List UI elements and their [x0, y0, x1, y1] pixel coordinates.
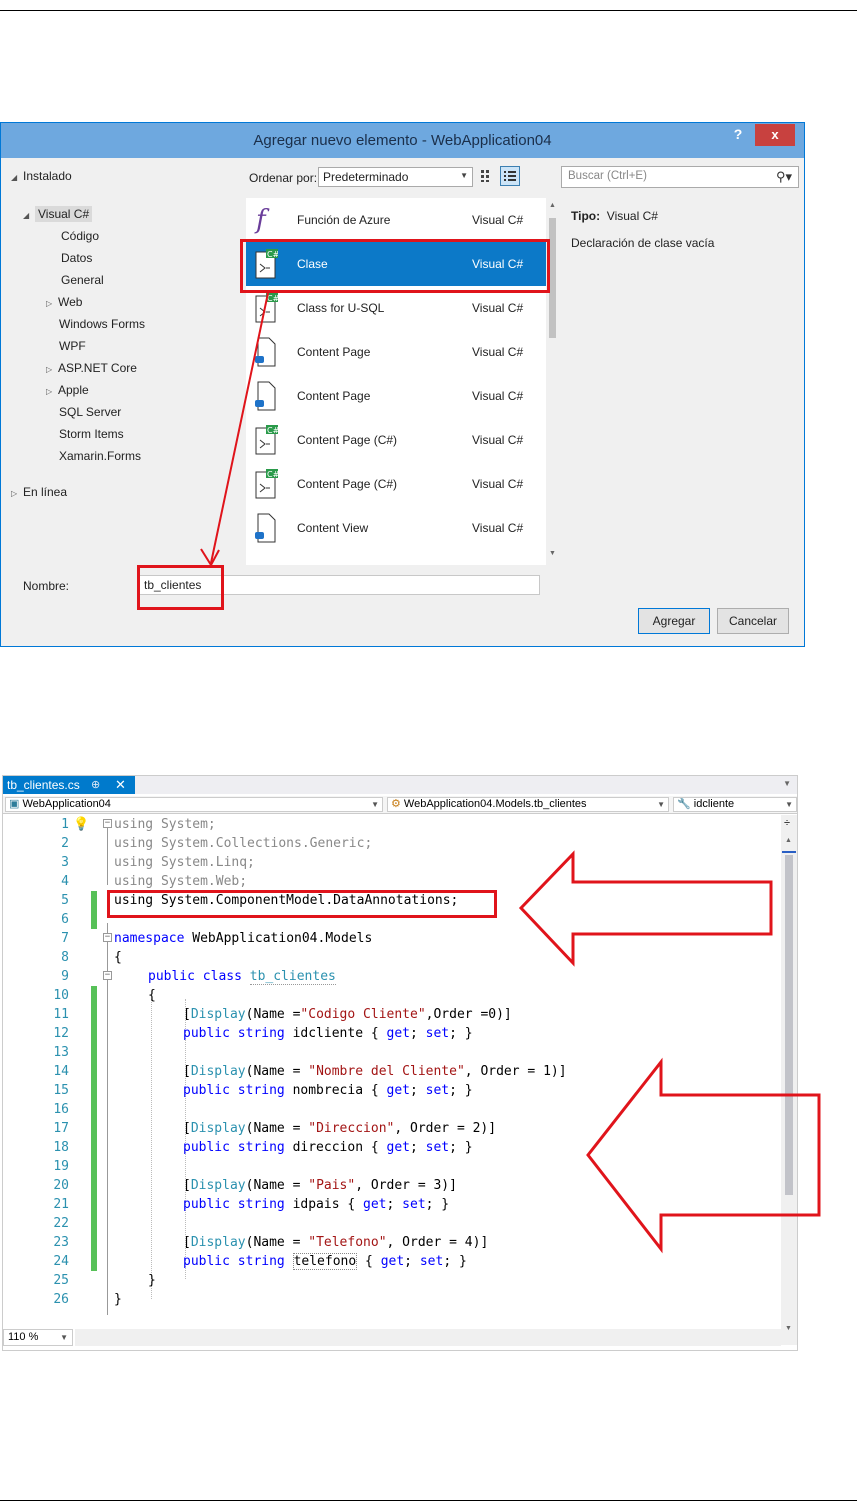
red-pointer-arrow [200, 292, 269, 567]
red-annotation-arrows [518, 850, 821, 1254]
bottom-rule [0, 1500, 857, 1501]
add-new-item-dialog: Agregar nuevo elemento - WebApplication0… [0, 122, 805, 647]
top-rule [0, 10, 857, 11]
code-editor: tb_clientes.cs ⊕ ✕ ▼ ▣ WebApplication04 ▼… [2, 775, 821, 1351]
